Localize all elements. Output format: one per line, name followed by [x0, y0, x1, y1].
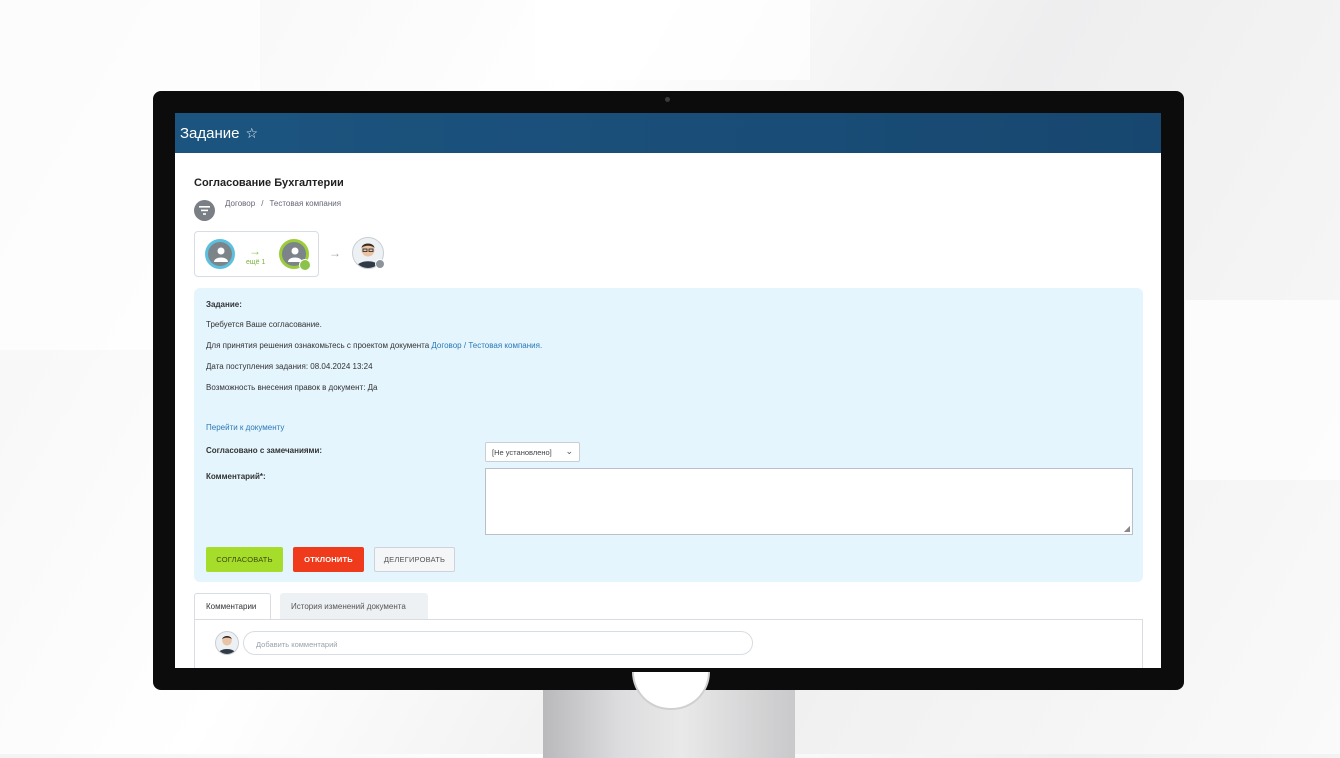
- filter-icon: [194, 200, 215, 221]
- comment-textarea[interactable]: ◢: [485, 468, 1133, 535]
- breadcrumb-item[interactable]: Договор: [225, 199, 255, 208]
- camera-dot: [665, 97, 670, 102]
- remarks-value: [Не установлено]: [492, 448, 552, 457]
- approval-route[interactable]: → ещё 1: [194, 231, 319, 277]
- header-bar: Задание ☆: [175, 113, 1161, 153]
- task-text-prefix: Для принятия решения ознакомьтесь с прое…: [206, 341, 430, 350]
- chevron-down-icon: ⌄: [565, 446, 573, 456]
- panel-heading: Задание:: [206, 300, 242, 309]
- task-panel: Задание: Требуется Ваше согласование. Дл…: [194, 288, 1143, 582]
- document-link[interactable]: Договор: [431, 341, 461, 350]
- resize-icon[interactable]: ◢: [1124, 524, 1130, 533]
- edit-permission: Возможность внесения правок в документ: …: [206, 383, 378, 392]
- clock-icon: [375, 259, 385, 269]
- remarks-select[interactable]: [Не установлено] ⌄: [485, 442, 580, 462]
- comment-label: Комментарий*:: [206, 472, 266, 481]
- reject-button[interactable]: ОТКЛОНИТЬ: [293, 547, 364, 572]
- check-icon: [299, 259, 311, 271]
- task-text: Требуется Ваше согласование.: [206, 320, 322, 329]
- goto-document-link[interactable]: Перейти к документу: [206, 423, 284, 432]
- arrow-right-icon: →: [249, 244, 261, 258]
- delegate-button[interactable]: ДЕЛЕГИРОВАТЬ: [374, 547, 455, 572]
- star-icon[interactable]: ☆: [246, 125, 259, 142]
- background-panel: [1185, 300, 1340, 480]
- tab-document-history[interactable]: История изменений документа: [280, 593, 428, 619]
- breadcrumb-item[interactable]: Тестовая компания: [269, 199, 341, 208]
- received-date: Дата поступления задания: 08.04.2024 13:…: [206, 362, 373, 371]
- task-text: Для принятия решения ознакомьтесь с прое…: [206, 341, 542, 350]
- breadcrumb-sep: /: [261, 199, 264, 208]
- remarks-label: Согласовано с замечаниями:: [206, 446, 323, 455]
- arrow-right-icon: →: [329, 246, 341, 260]
- tab-comments[interactable]: Комментарии: [194, 593, 271, 619]
- link-separator: /: [463, 341, 467, 350]
- comments-area: Добавить комментарий: [194, 619, 1143, 668]
- user-icon: [205, 239, 235, 269]
- company-link[interactable]: Тестовая компания.: [468, 341, 542, 350]
- task-title: Согласование Бухгалтерии: [194, 177, 344, 189]
- add-comment-input[interactable]: Добавить комментарий: [243, 631, 753, 655]
- approve-button[interactable]: СОГЛАСОВАТЬ: [206, 547, 283, 572]
- more-approvers-label[interactable]: ещё 1: [246, 259, 265, 266]
- breadcrumb: Договор / Тестовая компания: [222, 199, 344, 208]
- avatar: [215, 631, 239, 655]
- monitor-frame: Задание ☆ Согласование Бухгалтерии Догов…: [153, 91, 1184, 690]
- screen: Задание ☆ Согласование Бухгалтерии Догов…: [175, 113, 1161, 668]
- background-panel: [535, 0, 810, 80]
- page-title: Задание: [180, 124, 240, 142]
